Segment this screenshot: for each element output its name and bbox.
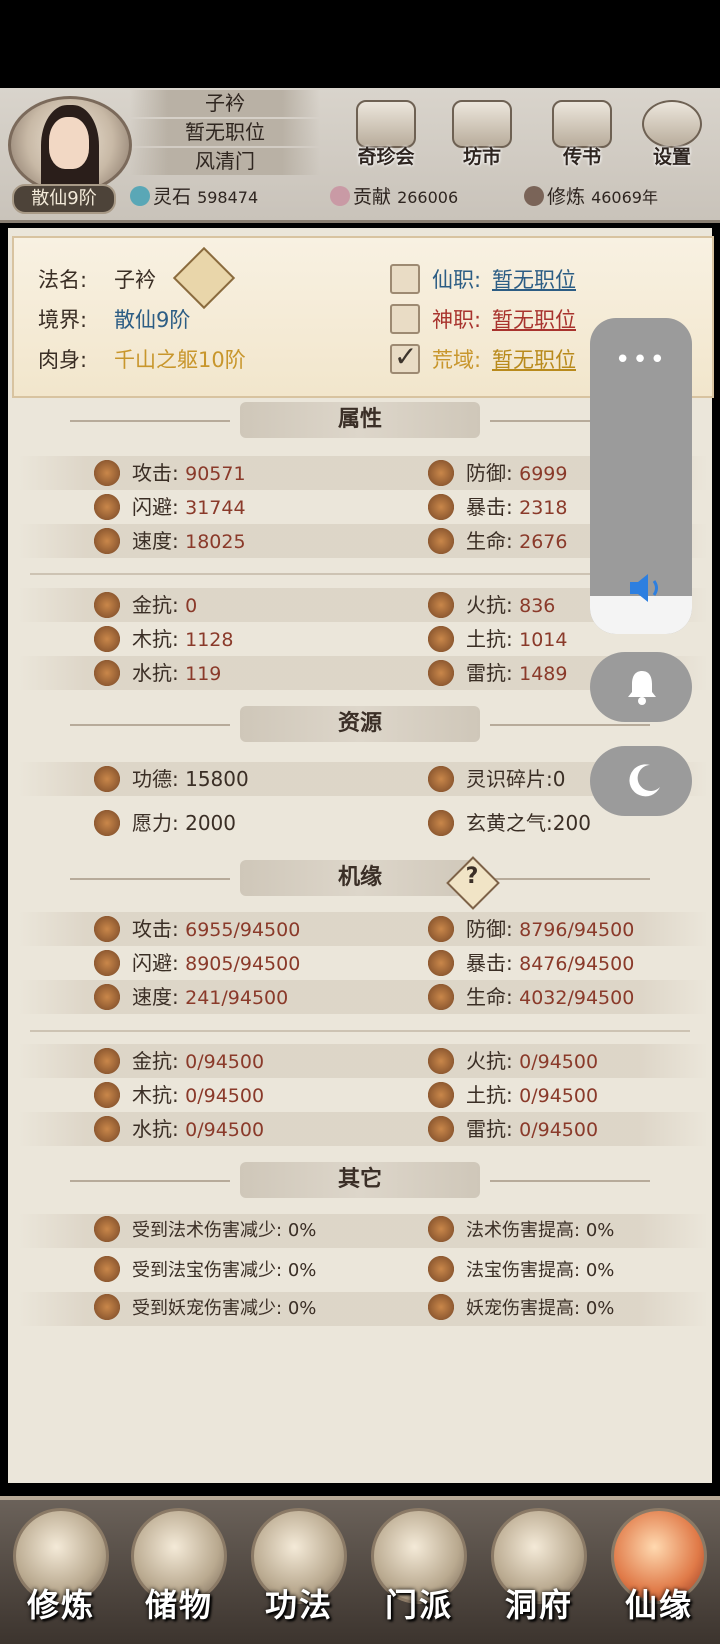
realm-value: 散仙9阶 <box>114 308 191 332</box>
pet-defense-icon <box>94 1294 120 1320</box>
nav-sect[interactable]: 门派 <box>364 1508 474 1634</box>
divine-post-checkbox[interactable] <box>390 304 420 334</box>
fire-resist-icon <box>428 592 454 618</box>
nav-cultivate[interactable]: 修炼 <box>6 1508 116 1634</box>
water-resist-icon <box>94 1116 120 1142</box>
metal-resist-icon <box>94 1048 120 1074</box>
other-row: 受到妖宠伤害减少: 0% 妖宠伤害提高: 0% <box>18 1292 708 1326</box>
character-name: 子衿 <box>130 90 320 117</box>
spell-attack-icon <box>428 1216 454 1242</box>
realm-label: 境界: <box>38 308 88 332</box>
immortal-post-checkbox[interactable] <box>390 264 420 294</box>
wildland-post-label: 荒域: <box>432 348 482 372</box>
other-row: 受到法术伤害减少: 0% 法术伤害提高: 0% <box>18 1214 708 1248</box>
divine-post-label: 神职: <box>432 308 482 332</box>
dharma-name-label: 法名: <box>38 268 88 292</box>
fire-resist-icon <box>428 1048 454 1074</box>
top-header: 散仙9阶 子衿 暂无职位 风清门 奇珍会 坊市 传书 设置 灵石 598474 … <box>0 88 720 223</box>
treasure-attack-icon <box>428 1256 454 1282</box>
divine-post-link[interactable]: 暂无职位 <box>492 304 576 334</box>
resource-row: 愿力: 2000 玄黄之气:200 <box>18 806 708 840</box>
speed-icon <box>94 528 120 554</box>
section-attributes: 属性 <box>70 402 650 440</box>
nav-fate[interactable]: 仙缘 <box>604 1508 714 1634</box>
health-icon <box>428 984 454 1010</box>
pet-attack-icon <box>428 1294 454 1320</box>
moon-icon <box>629 764 660 797</box>
xuanhuang-qi-icon <box>428 810 454 836</box>
fortune-row: 速度: 241/94500 生命: 4032/94500 <box>18 980 708 1014</box>
metal-resist-icon <box>94 592 120 618</box>
critical-icon <box>428 494 454 520</box>
fortune-resist-row: 水抗: 0/94500 雷抗: 0/94500 <box>18 1112 708 1146</box>
immortal-post-label: 仙职: <box>432 268 482 292</box>
section-other: 其它 <box>70 1162 650 1200</box>
ringer-button[interactable] <box>590 652 692 722</box>
treasure-pavilion-button[interactable]: 奇珍会 <box>346 100 426 169</box>
volume-more-icon[interactable]: ••• <box>590 345 692 375</box>
body-value: 千山之躯10阶 <box>114 348 246 372</box>
nav-cave[interactable]: 洞府 <box>484 1508 594 1634</box>
rank-badge: 散仙9阶 <box>12 184 116 214</box>
market-button[interactable]: 坊市 <box>442 100 522 169</box>
fortune-row: 攻击: 6955/94500 防御: 8796/94500 <box>18 912 708 946</box>
attack-icon <box>94 460 120 486</box>
attack-icon <box>94 916 120 942</box>
earth-resist-icon <box>428 626 454 652</box>
other-row: 受到法宝伤害减少: 0% 法宝伤害提高: 0% <box>18 1254 708 1288</box>
help-icon: ? <box>465 864 479 889</box>
cultivation-icon <box>524 186 544 206</box>
soul-fragment-icon <box>428 766 454 792</box>
letter-button[interactable]: 传书 <box>542 100 622 169</box>
sect-name: 风清门 <box>130 148 320 175</box>
wood-resist-icon <box>94 1082 120 1108</box>
nav-storage[interactable]: 储物 <box>124 1508 234 1634</box>
wildland-post-link[interactable]: 暂无职位 <box>492 344 576 374</box>
avatar[interactable] <box>8 96 132 194</box>
spell-defense-icon <box>94 1216 120 1242</box>
speed-icon <box>94 984 120 1010</box>
defense-icon <box>428 460 454 486</box>
merit-icon <box>94 766 120 792</box>
wildland-post-checkbox[interactable]: ✓ <box>390 340 420 374</box>
earth-resist-icon <box>428 1082 454 1108</box>
critical-icon <box>428 950 454 976</box>
contribution-counter: 贡献 266006 <box>330 184 458 210</box>
defense-icon <box>428 916 454 942</box>
bell-icon <box>628 671 656 705</box>
health-icon <box>428 528 454 554</box>
cultivation-counter: 修炼 46069年 <box>524 184 658 210</box>
nav-skills[interactable]: 功法 <box>244 1508 354 1634</box>
dodge-icon <box>94 494 120 520</box>
settings-button[interactable]: 设置 <box>632 100 712 169</box>
speaker-icon <box>630 574 658 602</box>
fortune-row: 闪避: 8905/94500 暴击: 8476/94500 <box>18 946 708 980</box>
fortune-resist-row: 木抗: 0/94500 土抗: 0/94500 <box>18 1078 708 1112</box>
treasure-pavilion-icon <box>356 100 416 148</box>
dodge-icon <box>94 950 120 976</box>
letter-scroll-icon <box>552 100 612 148</box>
contribution-icon <box>330 186 350 206</box>
fortune-resist-row: 金抗: 0/94500 火抗: 0/94500 <box>18 1044 708 1078</box>
body-label: 肉身: <box>38 348 88 372</box>
thunder-resist-icon <box>428 1116 454 1142</box>
dharma-name-value: 子衿 <box>114 268 156 292</box>
gear-icon <box>642 100 702 148</box>
water-resist-icon <box>94 660 120 686</box>
section-fortune: 机缘 <box>70 860 650 898</box>
divider <box>30 1030 690 1032</box>
thunder-resist-icon <box>428 660 454 686</box>
immortal-post-link[interactable]: 暂无职位 <box>492 264 576 294</box>
spirit-stone-counter: 灵石 598474 <box>130 184 258 210</box>
market-icon <box>452 100 512 148</box>
do-not-disturb-button[interactable] <box>590 746 692 816</box>
spirit-stone-icon <box>130 186 150 206</box>
treasure-defense-icon <box>94 1256 120 1282</box>
position-title: 暂无职位 <box>130 119 320 146</box>
section-resources: 资源 <box>70 706 650 744</box>
wish-power-icon <box>94 810 120 836</box>
wood-resist-icon <box>94 626 120 652</box>
